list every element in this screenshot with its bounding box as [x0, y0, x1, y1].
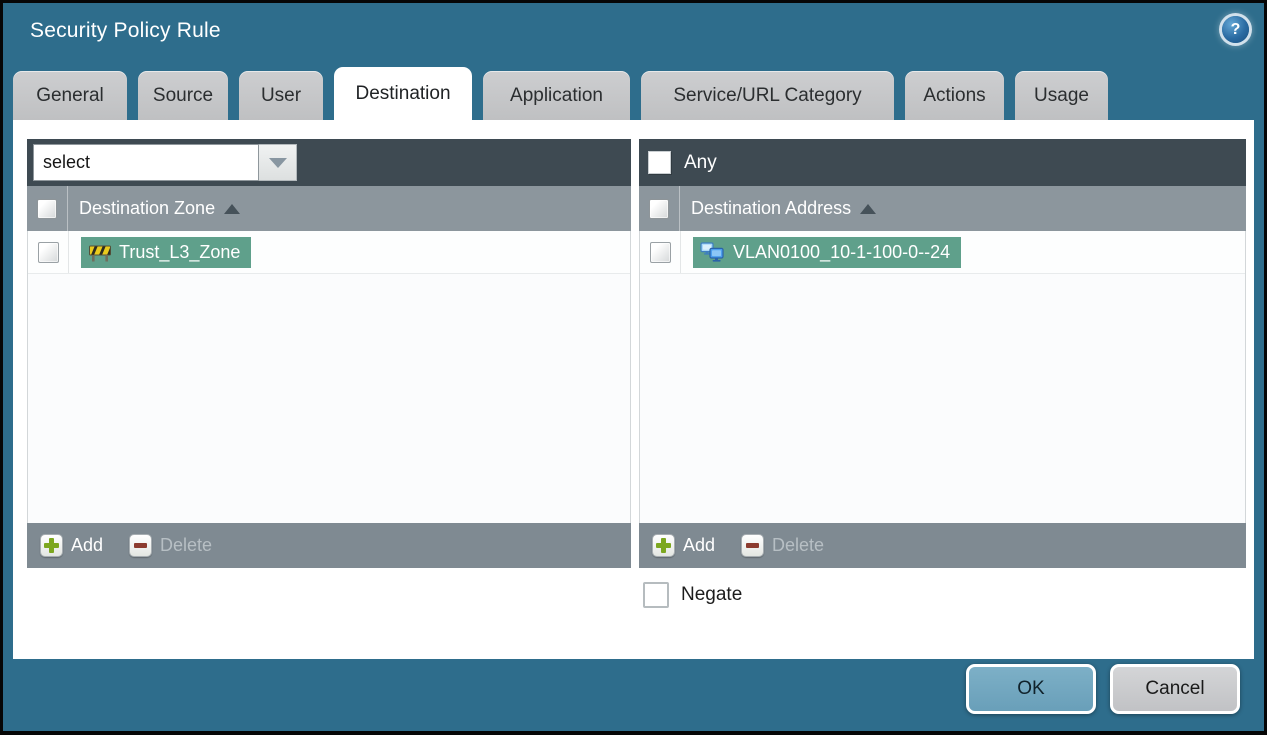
- tab-bar: General Source User Destination Applicat…: [13, 67, 1108, 120]
- address-add-label: Add: [683, 535, 716, 555]
- tab-service-url-category[interactable]: Service/URL Category: [641, 71, 894, 120]
- zone-panel-toolbar: select: [27, 139, 631, 186]
- zone-row-checkbox[interactable]: [37, 241, 59, 263]
- destination-tab-content: select Destination Zone Trust_L3_Zone Ad…: [13, 120, 1254, 659]
- address-entry-label: VLAN0100_10-1-100-0--24: [733, 241, 951, 262]
- zone-header-checkbox[interactable]: [37, 198, 57, 219]
- add-plus-icon: [40, 534, 63, 557]
- cancel-button[interactable]: Cancel: [1110, 664, 1240, 714]
- zone-list: Trust_L3_Zone: [27, 231, 631, 523]
- ok-button[interactable]: OK: [966, 664, 1096, 714]
- sort-ascending-icon: [860, 203, 877, 214]
- dialog-title: Security Policy Rule: [30, 19, 221, 42]
- delete-minus-icon: [129, 534, 153, 557]
- destination-zone-panel: select Destination Zone Trust_L3_Zone Ad…: [27, 139, 631, 568]
- address-column-header-row: Destination Address: [639, 186, 1246, 231]
- negate-checkbox[interactable]: [643, 582, 669, 608]
- tab-user[interactable]: User: [239, 71, 323, 120]
- address-add-button[interactable]: Add: [652, 534, 715, 557]
- tab-source[interactable]: Source: [138, 71, 228, 120]
- any-label: Any: [684, 151, 717, 173]
- address-column-header-label: Destination Address: [691, 198, 852, 218]
- address-delete-button[interactable]: Delete: [741, 534, 824, 557]
- address-column-header[interactable]: Destination Address: [691, 198, 877, 219]
- zone-panel-footer: Add Delete: [27, 523, 631, 568]
- table-row[interactable]: VLAN0100_10-1-100-0--24: [640, 231, 1245, 274]
- tab-destination[interactable]: Destination: [334, 67, 472, 120]
- zone-select-combobox: select: [33, 144, 297, 181]
- address-header-checkbox[interactable]: [649, 198, 669, 219]
- address-panel-toolbar: Any: [639, 139, 1246, 186]
- any-checkbox[interactable]: [648, 151, 671, 174]
- zone-column-header[interactable]: Destination Zone: [79, 198, 241, 219]
- delete-minus-icon: [741, 534, 765, 557]
- zone-column-header-row: Destination Zone: [27, 186, 631, 231]
- zone-header-checkbox-cell: [27, 186, 68, 231]
- security-policy-rule-dialog: Security Policy Rule ? General Source Us…: [3, 3, 1264, 731]
- address-delete-label: Delete: [772, 535, 825, 555]
- zone-add-label: Add: [71, 535, 104, 555]
- address-header-checkbox-cell: [639, 186, 680, 231]
- negate-label: Negate: [681, 584, 743, 605]
- zone-delete-label: Delete: [160, 535, 213, 555]
- tab-general[interactable]: General: [13, 71, 127, 120]
- zone-select-input[interactable]: select: [33, 144, 259, 181]
- address-row-checkbox-cell: [640, 231, 681, 273]
- zone-icon: [88, 243, 112, 262]
- tab-application[interactable]: Application: [483, 71, 630, 120]
- tab-usage[interactable]: Usage: [1015, 71, 1108, 120]
- destination-address-panel: Any Destination Address VLAN0100_10-1-10…: [639, 139, 1246, 568]
- network-icon: [700, 241, 726, 263]
- tab-actions[interactable]: Actions: [905, 71, 1004, 120]
- zone-delete-button[interactable]: Delete: [129, 534, 212, 557]
- zone-add-button[interactable]: Add: [40, 534, 103, 557]
- screen: Security Policy Rule ? General Source Us…: [0, 0, 1267, 735]
- address-entry-chip[interactable]: VLAN0100_10-1-100-0--24: [693, 236, 962, 268]
- zone-entry-chip[interactable]: Trust_L3_Zone: [81, 236, 252, 268]
- help-icon[interactable]: ?: [1222, 16, 1249, 43]
- zone-column-header-label: Destination Zone: [79, 198, 216, 218]
- address-row-checkbox[interactable]: [649, 241, 671, 263]
- table-row[interactable]: Trust_L3_Zone: [28, 231, 630, 274]
- add-plus-icon: [652, 534, 675, 557]
- negate-option: Negate: [643, 582, 742, 608]
- sort-ascending-icon: [224, 203, 241, 214]
- zone-select-dropdown-button[interactable]: [259, 144, 297, 181]
- zone-row-checkbox-cell: [28, 231, 69, 273]
- zone-entry-label: Trust_L3_Zone: [119, 241, 241, 262]
- chevron-down-icon: [268, 157, 287, 168]
- any-row: Any: [639, 151, 717, 174]
- address-list: VLAN0100_10-1-100-0--24: [639, 231, 1246, 523]
- address-panel-footer: Add Delete: [639, 523, 1246, 568]
